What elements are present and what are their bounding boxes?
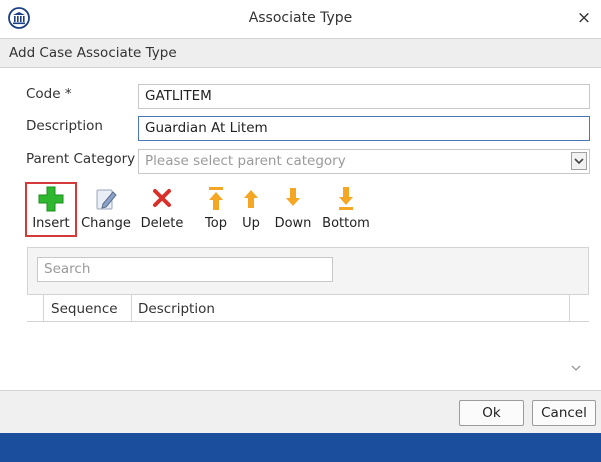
- parent-category-select[interactable]: Please select parent category: [138, 149, 590, 174]
- window-bottom-bar: [0, 433, 601, 462]
- top-label: Top: [205, 216, 227, 231]
- description-label: Description: [26, 118, 103, 134]
- search-input[interactable]: Search: [37, 257, 333, 282]
- arrow-bottom-icon: [339, 187, 353, 210]
- delete-x-icon: [153, 189, 171, 207]
- code-label: Code *: [26, 86, 72, 102]
- form-header-title: Add Case Associate Type: [9, 45, 177, 61]
- column-divider: [131, 295, 132, 321]
- arrow-up-icon: [244, 190, 258, 208]
- insert-label: Insert: [32, 216, 70, 231]
- plus-icon: [38, 186, 64, 212]
- sequence-grid: Sequence Description: [27, 294, 589, 379]
- bottom-label: Bottom: [322, 216, 370, 231]
- cancel-button[interactable]: Cancel: [532, 400, 596, 426]
- edit-icon: [96, 189, 117, 210]
- description-field[interactable]: Guardian At Litem: [138, 116, 590, 141]
- column-divider: [569, 295, 570, 321]
- column-divider: [43, 295, 44, 321]
- delete-label: Delete: [140, 216, 184, 231]
- column-header-sequence[interactable]: Sequence: [51, 301, 118, 317]
- up-label: Up: [242, 216, 260, 231]
- title-bar: Associate Type ×: [0, 0, 601, 38]
- arrow-down-icon: [286, 188, 300, 206]
- bottom-button[interactable]: Bottom: [320, 186, 372, 238]
- parent-category-placeholder: Please select parent category: [145, 153, 346, 169]
- top-button[interactable]: Top: [200, 186, 232, 238]
- chevron-down-icon: [574, 158, 584, 165]
- form-header: Add Case Associate Type: [0, 38, 601, 68]
- change-label: Change: [81, 216, 131, 231]
- scroll-down-icon[interactable]: [571, 364, 581, 375]
- down-button[interactable]: Down: [271, 186, 315, 238]
- arrow-top-icon: [209, 187, 223, 210]
- grid-header: Sequence Description: [27, 295, 589, 322]
- window-title: Associate Type: [248, 10, 353, 26]
- close-icon[interactable]: ×: [575, 9, 593, 27]
- dropdown-button[interactable]: [571, 152, 587, 170]
- parent-category-label: Parent Category: [26, 151, 136, 167]
- change-button[interactable]: Change: [79, 186, 133, 238]
- code-field[interactable]: GATLITEM: [138, 84, 590, 109]
- down-label: Down: [274, 216, 312, 231]
- ok-button[interactable]: Ok: [459, 400, 524, 426]
- column-header-description[interactable]: Description: [138, 301, 215, 317]
- up-button[interactable]: Up: [236, 186, 266, 238]
- insert-button[interactable]: Insert: [29, 186, 73, 238]
- delete-button[interactable]: Delete: [138, 186, 186, 238]
